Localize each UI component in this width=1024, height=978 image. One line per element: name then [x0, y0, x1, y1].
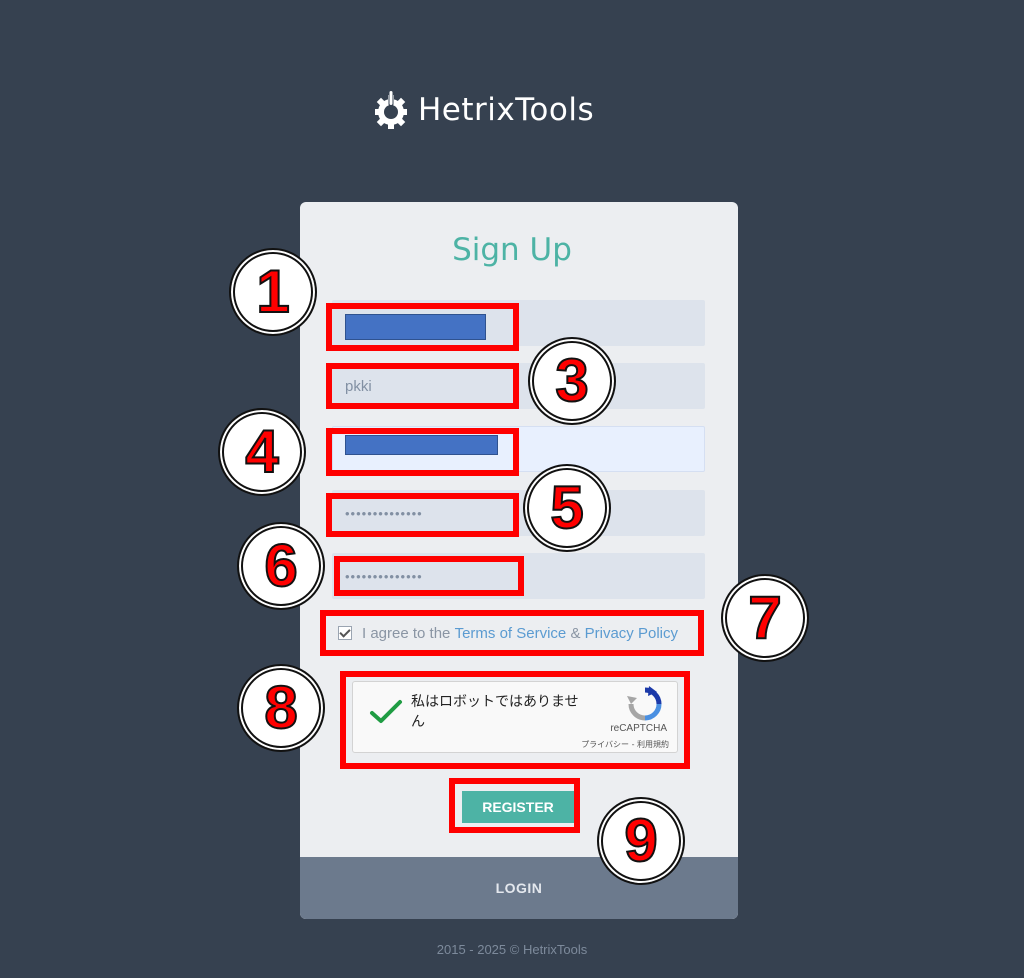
annotation-number: 1 — [229, 248, 317, 336]
annotation-box — [326, 493, 519, 537]
annotation-box — [326, 428, 519, 476]
annotation-box — [320, 610, 704, 656]
annotation-number: 4 — [218, 408, 306, 496]
page-title: Sign Up — [452, 232, 572, 268]
annotation-number: 7 — [721, 574, 809, 662]
annotation-box — [449, 778, 580, 833]
annotation-box — [340, 671, 690, 769]
annotation-number: 6 — [237, 522, 325, 610]
annotation-box — [326, 303, 519, 351]
footer-copyright: 2015 - 2025 © HetrixTools — [436, 942, 588, 957]
annotation-box — [334, 556, 524, 596]
logo-text: HetrixTools — [418, 92, 595, 128]
annotation-number: 5 — [523, 464, 611, 552]
annotation-number: 8 — [237, 664, 325, 752]
gear-power-icon — [375, 90, 407, 129]
annotation-box — [326, 363, 519, 409]
hetrixtools-logo[interactable]: HetrixTools — [372, 88, 594, 132]
page: HetrixTools Sign Up I agree to the Terms… — [0, 0, 1024, 978]
annotation-number: 3 — [528, 337, 616, 425]
annotation-number: 9 — [597, 797, 685, 885]
